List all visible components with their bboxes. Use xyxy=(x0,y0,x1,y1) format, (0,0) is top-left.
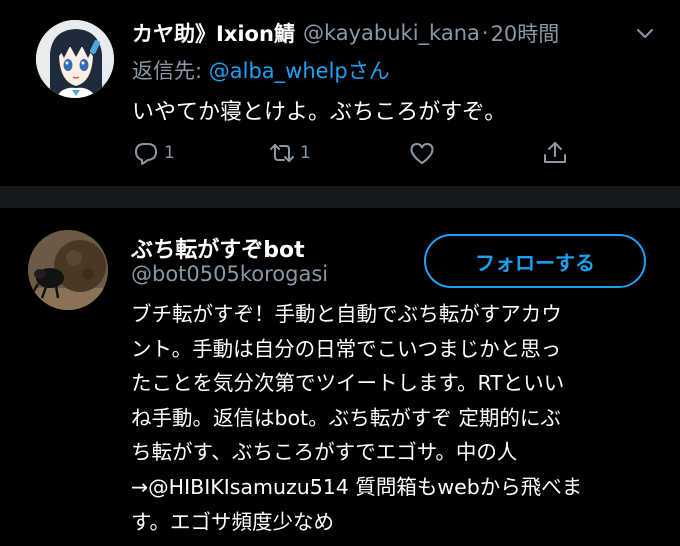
bio-line: ち転がす、ぶちころがすでエゴサ。中の人 xyxy=(131,440,518,465)
user-bio: ブチ転がすぞ！手動と自動でぶち転がすアカウ ント。手動は自分の日常でこいつまじか… xyxy=(131,297,651,539)
user-avatar[interactable] xyxy=(28,230,108,310)
heart-icon xyxy=(410,143,434,164)
bio-line: ブチ転がすぞ！手動と自動でぶち転がすアカウ xyxy=(131,302,562,326)
bio-line: たことを気分次第でツイートします。RTといい xyxy=(131,371,565,396)
retweet-button[interactable]: 1 xyxy=(268,138,311,168)
retweet-count: 1 xyxy=(300,143,311,163)
bio-line: す。エゴサ頻度少なめ xyxy=(131,509,334,534)
user-display-name[interactable]: ぶち転がすぞbot xyxy=(131,232,305,264)
like-button[interactable] xyxy=(408,138,440,168)
bio-line: ね手動。返信はbot。ぶち転がすぞ 定期的にぶ xyxy=(131,405,561,430)
reply-context: 返信先: @alba_whelpさん xyxy=(132,55,390,85)
author-handle[interactable]: @kayabuki_kana xyxy=(303,21,480,45)
author-display-name[interactable]: カヤ助》Ixion鯖 xyxy=(132,18,295,48)
tweet-header: カヤ助》Ixion鯖 @kayabuki_kana · 20時間 xyxy=(132,18,559,48)
author-avatar[interactable] xyxy=(36,20,114,98)
time-separator: · xyxy=(481,21,489,45)
anime-girl-avatar-image xyxy=(36,20,114,98)
share-upload-icon xyxy=(544,142,566,163)
follow-button[interactable]: フォローする xyxy=(424,234,646,288)
reply-count: 1 xyxy=(164,143,175,163)
reply-prefix: 返信先: xyxy=(132,59,209,83)
reply-mention-link[interactable]: @alba_whelp xyxy=(209,59,348,83)
section-divider xyxy=(0,186,680,208)
dung-beetle-avatar-image xyxy=(28,230,108,310)
tweet-text: いやてか寝とけよ。ぶちころがすぞ。 xyxy=(132,100,507,125)
bio-line: ント。手動は自分の日常でこいつまじかと思っ xyxy=(131,336,562,361)
tweet-menu-button[interactable] xyxy=(634,22,656,44)
reply-button[interactable]: 1 xyxy=(132,138,175,168)
reply-suffix: さん xyxy=(347,59,390,83)
share-button[interactable] xyxy=(541,138,573,168)
retweet-arrows-icon xyxy=(270,144,294,162)
bio-line: →@HIBIKIsamuzu514 質問箱もwebから飛べま xyxy=(131,474,583,499)
speech-bubble-icon xyxy=(135,143,157,165)
chevron-down-icon xyxy=(637,29,653,38)
user-handle[interactable]: @bot0505korogasi xyxy=(131,262,328,286)
tweet-timestamp[interactable]: 20時間 xyxy=(491,18,560,48)
